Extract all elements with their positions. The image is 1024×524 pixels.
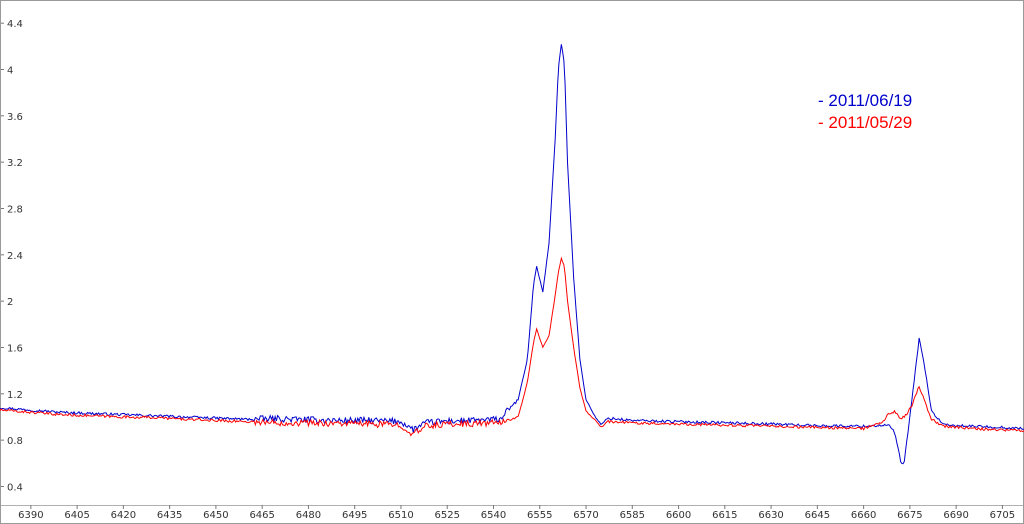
chart-frame bbox=[0, 0, 1024, 524]
y-tick-label: 1.2 bbox=[7, 390, 23, 401]
y-tick-label: 2 bbox=[7, 297, 13, 308]
y-tick-label: 1.6 bbox=[7, 343, 23, 354]
x-tick-label: 6465 bbox=[249, 510, 274, 521]
x-tick-label: 6630 bbox=[758, 510, 783, 521]
spectrum-plot: 0.4 0.8 1.2 1.6 2 2.4 2.8 3.2 3.6 4 4.4 6390 6405 64… bbox=[0, 0, 1024, 524]
y-tick-label: 3.6 bbox=[7, 112, 23, 123]
y-tick-label: 2.8 bbox=[7, 204, 23, 215]
x-tick-label: 6645 bbox=[805, 510, 830, 521]
x-tick-label: 6525 bbox=[435, 510, 460, 521]
y-tick-label: 3.2 bbox=[7, 158, 23, 169]
y-tick-label: 4.4 bbox=[7, 19, 23, 30]
x-tick-label: 6390 bbox=[18, 510, 43, 521]
x-tick-label: 6690 bbox=[943, 510, 968, 521]
x-tick-label: 6435 bbox=[157, 510, 182, 521]
x-tick-label: 6555 bbox=[527, 510, 552, 521]
y-tick-label: 0.8 bbox=[7, 436, 23, 447]
x-tick-label: 6600 bbox=[666, 510, 691, 521]
x-tick-label: 6405 bbox=[64, 510, 89, 521]
x-tick-label: 6540 bbox=[481, 510, 506, 521]
x-tick-label: 6495 bbox=[342, 510, 367, 521]
x-tick-label: 6660 bbox=[851, 510, 876, 521]
x-tick-label: 6480 bbox=[296, 510, 321, 521]
x-tick-label: 6570 bbox=[573, 510, 598, 521]
x-tick-label: 6705 bbox=[990, 510, 1015, 521]
x-tick-label: 6510 bbox=[388, 510, 413, 521]
y-tick-label: 0.4 bbox=[7, 482, 23, 493]
spectrum-chart: 0.4 0.8 1.2 1.6 2 2.4 2.8 3.2 3.6 4 4.4 6390 6405 64… bbox=[0, 0, 1024, 524]
legend-entry-1: - 2011/05/29 bbox=[818, 113, 912, 132]
x-tick-label: 6450 bbox=[203, 510, 228, 521]
x-tick-label: 6675 bbox=[897, 510, 922, 521]
y-tick-label: 4 bbox=[7, 65, 13, 76]
y-tick-label: 2.4 bbox=[7, 251, 23, 262]
legend-entry-0: - 2011/06/19 bbox=[818, 91, 912, 110]
x-tick-label: 6420 bbox=[111, 510, 136, 521]
x-tick-label: 6615 bbox=[712, 510, 737, 521]
x-tick-label: 6585 bbox=[620, 510, 645, 521]
